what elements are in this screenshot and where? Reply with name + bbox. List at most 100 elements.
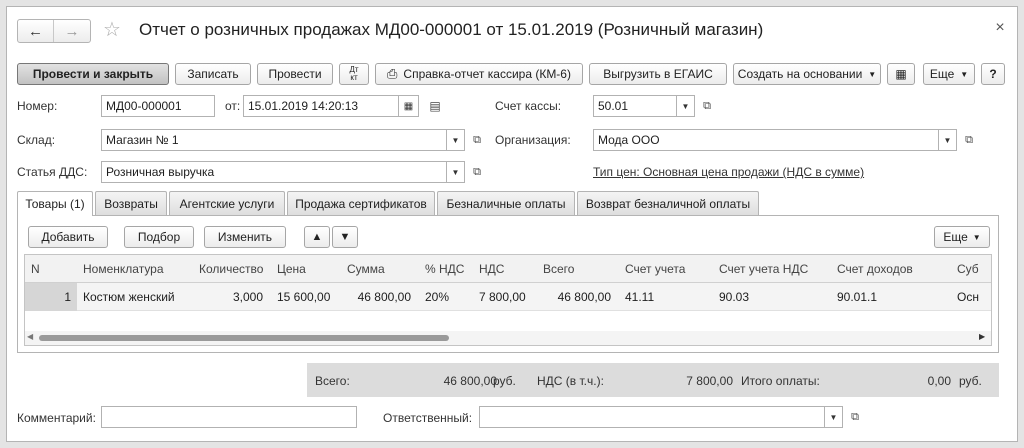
scroll-right-icon[interactable]: ▶: [979, 332, 985, 341]
cell-sum: 46 800,00: [357, 290, 411, 304]
edit-button[interactable]: Изменить: [204, 226, 286, 248]
cell-quantity: 3,000: [232, 290, 263, 304]
vat-label: НДС (в т.ч.):: [537, 374, 604, 388]
printer-icon: ⎙: [387, 66, 398, 81]
col-income-account[interactable]: Счет доходов: [831, 255, 951, 283]
cash-account-field[interactable]: 50.01: [593, 95, 677, 117]
create-based-on-label: Создать на основании: [737, 67, 863, 81]
table-more-button[interactable]: Еще ▼: [934, 226, 990, 248]
scroll-left-icon[interactable]: ◀: [27, 332, 33, 341]
cell-vat-account: 90.03: [719, 290, 750, 304]
scrollbar-thumb[interactable]: [39, 335, 449, 341]
price-type-link[interactable]: Тип цен: Основная цена продажи (НДС в су…: [593, 165, 864, 179]
responsible-field[interactable]: [479, 406, 825, 428]
organization-field[interactable]: Мода ООО: [593, 129, 939, 151]
comment-field[interactable]: [101, 406, 357, 428]
cell-sub: Осн: [957, 290, 979, 304]
tab-cashless-returns[interactable]: Возврат безналичной оплаты: [577, 191, 759, 215]
col-price[interactable]: Цена: [271, 255, 341, 283]
col-sum[interactable]: Сумма: [341, 255, 417, 283]
totals-bar: Всего: 46 800,00 руб. НДС (в т.ч.): 7 80…: [307, 363, 999, 397]
save-button[interactable]: Записать: [175, 63, 251, 85]
open-icon[interactable]: ⧉: [467, 131, 487, 149]
col-vat-account[interactable]: Счет учета НДС: [713, 255, 831, 283]
number-label: Номер:: [17, 99, 58, 113]
structure-icon[interactable]: ▦: [887, 63, 915, 85]
dds-field[interactable]: Розничная выручка: [101, 161, 447, 183]
warehouse-label: Склад:: [17, 133, 56, 147]
chevron-down-icon[interactable]: ▼: [447, 161, 465, 183]
total-label: Всего:: [315, 374, 350, 388]
tab-returns[interactable]: Возвраты: [95, 191, 167, 215]
chevron-down-icon[interactable]: ▼: [677, 95, 695, 117]
open-icon[interactable]: ⧉: [959, 131, 979, 149]
cell-total: 46 800,00: [557, 290, 611, 304]
post-button[interactable]: Провести: [257, 63, 333, 85]
move-down-icon[interactable]: ▼: [332, 226, 358, 248]
vat-value: 7 800,00: [686, 374, 733, 388]
table-more-label: Еще: [943, 230, 968, 244]
chevron-down-icon: ▼: [972, 232, 981, 242]
tab-goods[interactable]: Товары (1): [17, 191, 93, 216]
add-button[interactable]: Добавить: [28, 226, 108, 248]
dds-label: Статья ДДС:: [17, 165, 88, 179]
total-currency: руб.: [493, 374, 516, 388]
cashier-report-label: Справка-отчет кассира (КМ-6): [403, 67, 571, 81]
chevron-down-icon[interactable]: ▼: [447, 129, 465, 151]
chevron-down-icon[interactable]: ▼: [825, 406, 843, 428]
tab-certificates[interactable]: Продажа сертификатов: [287, 191, 435, 215]
cell-price: 15 600,00: [277, 290, 331, 304]
calendar-icon[interactable]: ▦: [399, 95, 419, 117]
move-up-icon[interactable]: ▲: [304, 226, 330, 248]
col-vat[interactable]: НДС: [473, 255, 535, 283]
col-n[interactable]: N: [25, 255, 77, 283]
number-field[interactable]: МД00-000001: [101, 95, 215, 117]
more-button[interactable]: Еще ▼: [923, 63, 975, 85]
open-icon[interactable]: ⧉: [467, 163, 487, 181]
tab-cashless-payments[interactable]: Безналичные оплаты: [437, 191, 575, 215]
chevron-down-icon: ▼: [960, 69, 969, 79]
cell-income-account: 90.01.1: [837, 290, 878, 304]
comment-label: Комментарий:: [17, 411, 96, 425]
col-total[interactable]: Всего: [537, 255, 617, 283]
page-title: Отчет о розничных продажах МД00-000001 о…: [139, 20, 764, 39]
table-row[interactable]: 1 Костюм женский 3,000 15 600,00 46 800,…: [25, 283, 991, 311]
document-icon[interactable]: ▤: [425, 97, 445, 115]
cell-vat: 7 800,00: [479, 290, 526, 304]
organization-label: Организация:: [495, 133, 571, 147]
close-icon[interactable]: ×: [991, 19, 1009, 37]
star-icon[interactable]: ☆: [103, 19, 125, 41]
col-vat-rate[interactable]: % НДС: [419, 255, 473, 283]
help-button[interactable]: ?: [981, 63, 1005, 85]
responsible-label: Ответственный:: [383, 411, 473, 425]
date-field[interactable]: 15.01.2019 14:20:13: [243, 95, 399, 117]
open-icon[interactable]: ⧉: [845, 408, 865, 426]
horizontal-scrollbar[interactable]: ◀ ▶: [25, 331, 991, 345]
chevron-down-icon: ▼: [868, 69, 877, 79]
dt-kt-button[interactable]: Дт кт: [339, 63, 369, 85]
date-label: от:: [225, 99, 241, 113]
arrow-left-icon[interactable]: ←: [18, 20, 54, 42]
tab-agent-services[interactable]: Агентские услуги: [169, 191, 285, 215]
col-sub[interactable]: Суб: [951, 255, 991, 283]
create-based-on-button[interactable]: Создать на основании ▼: [733, 63, 881, 85]
chevron-down-icon[interactable]: ▼: [939, 129, 957, 151]
post-and-close-button[interactable]: Провести и закрыть: [17, 63, 169, 85]
open-icon[interactable]: ⧉: [697, 97, 717, 115]
payment-currency: руб.: [959, 374, 982, 388]
nav-back-forward: ← →: [17, 19, 91, 43]
col-account[interactable]: Счет учета: [619, 255, 713, 283]
arrow-right-icon[interactable]: →: [54, 20, 90, 42]
warehouse-field[interactable]: Магазин № 1: [101, 129, 447, 151]
table-header: N Номенклатура Количество Цена Сумма % Н…: [25, 255, 991, 283]
cashier-report-button[interactable]: ⎙ Справка-отчет кассира (КМ-6): [375, 63, 583, 85]
goods-panel: Добавить Подбор Изменить ▲ ▼ Еще ▼ N Ном…: [17, 215, 999, 353]
col-item[interactable]: Номенклатура: [77, 255, 193, 283]
select-button[interactable]: Подбор: [124, 226, 194, 248]
cell-item: Костюм женский: [83, 290, 175, 304]
cell-account: 41.11: [625, 290, 655, 304]
export-egais-button[interactable]: Выгрузить в ЕГАИС: [589, 63, 727, 85]
more-label: Еще: [929, 67, 955, 81]
cash-account-label: Счет кассы:: [495, 99, 562, 113]
col-quantity[interactable]: Количество: [193, 255, 269, 283]
